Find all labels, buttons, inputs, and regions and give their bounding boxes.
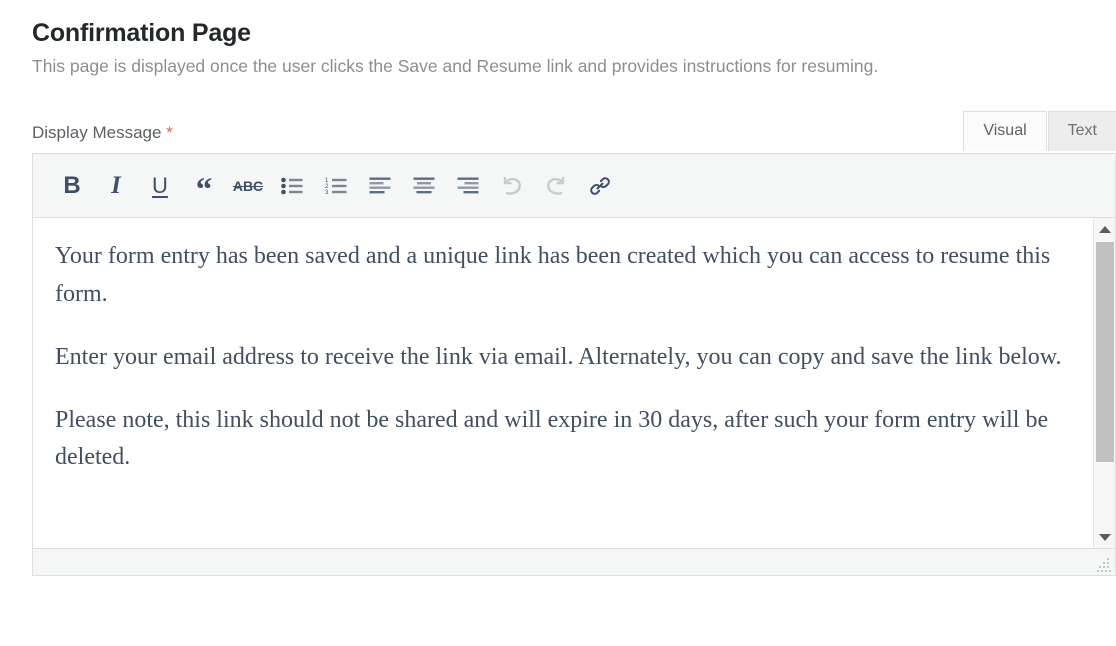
bold-icon[interactable]: B <box>50 164 94 208</box>
align-left-icon[interactable] <box>358 164 402 208</box>
editor-scrollbar[interactable] <box>1093 218 1115 549</box>
editor-mode-tabs: Visual Text <box>962 111 1116 151</box>
italic-glyph: I <box>111 172 121 200</box>
undo-icon[interactable] <box>490 164 534 208</box>
editor-paragraph-2: Enter your email address to receive the … <box>55 343 1062 370</box>
scroll-up-arrow-icon[interactable] <box>1094 218 1115 240</box>
blockquote-glyph: “ <box>195 172 213 209</box>
display-message-label: Display Message * <box>32 111 173 143</box>
required-asterisk: * <box>166 123 173 143</box>
strikethrough-icon[interactable]: ABC <box>226 164 270 208</box>
page-title: Confirmation Page <box>32 19 251 47</box>
italic-icon[interactable]: I <box>94 164 138 208</box>
scroll-down-arrow-icon[interactable] <box>1094 526 1115 548</box>
bulleted-list-icon[interactable] <box>270 164 314 208</box>
insert-link-icon[interactable] <box>578 164 622 208</box>
underline-glyph: U <box>152 172 168 198</box>
resize-handle-icon[interactable] <box>1097 558 1111 573</box>
align-right-icon[interactable] <box>446 164 490 208</box>
display-message-field-row: Display Message * Visual Text <box>32 111 1116 153</box>
align-center-icon[interactable] <box>402 164 446 208</box>
editor-statusbar <box>33 548 1115 576</box>
display-message-label-text: Display Message <box>32 123 162 143</box>
editor-content[interactable]: Your form entry has been saved and a uni… <box>33 218 1115 476</box>
editor-body[interactable]: Your form entry has been saved and a uni… <box>33 218 1115 549</box>
editor-paragraph-1: Your form entry has been saved and a uni… <box>55 243 1051 307</box>
editor-paragraph-3: Please note, this link should not be sha… <box>55 406 1049 471</box>
strikethrough-glyph: ABC <box>232 177 264 194</box>
underline-icon[interactable]: U <box>138 164 182 208</box>
redo-icon[interactable] <box>534 164 578 208</box>
blockquote-icon[interactable]: “ <box>182 164 226 208</box>
page-description: This page is displayed once the user cli… <box>32 56 879 76</box>
rich-text-editor: B I U “ ABC 1 2 3 Your form entry has be… <box>32 153 1116 577</box>
bold-glyph: B <box>63 171 81 199</box>
tab-text[interactable]: Text <box>1047 111 1116 151</box>
scrollbar-thumb[interactable] <box>1096 242 1114 463</box>
tab-visual[interactable]: Visual <box>963 111 1047 151</box>
editor-toolbar: B I U “ ABC 1 2 3 <box>33 154 1115 219</box>
numbered-list-icon[interactable]: 1 2 3 <box>314 164 358 208</box>
confirmation-page-panel: Confirmation Page This page is displayed… <box>0 0 1116 577</box>
svg-text:3: 3 <box>325 190 329 195</box>
